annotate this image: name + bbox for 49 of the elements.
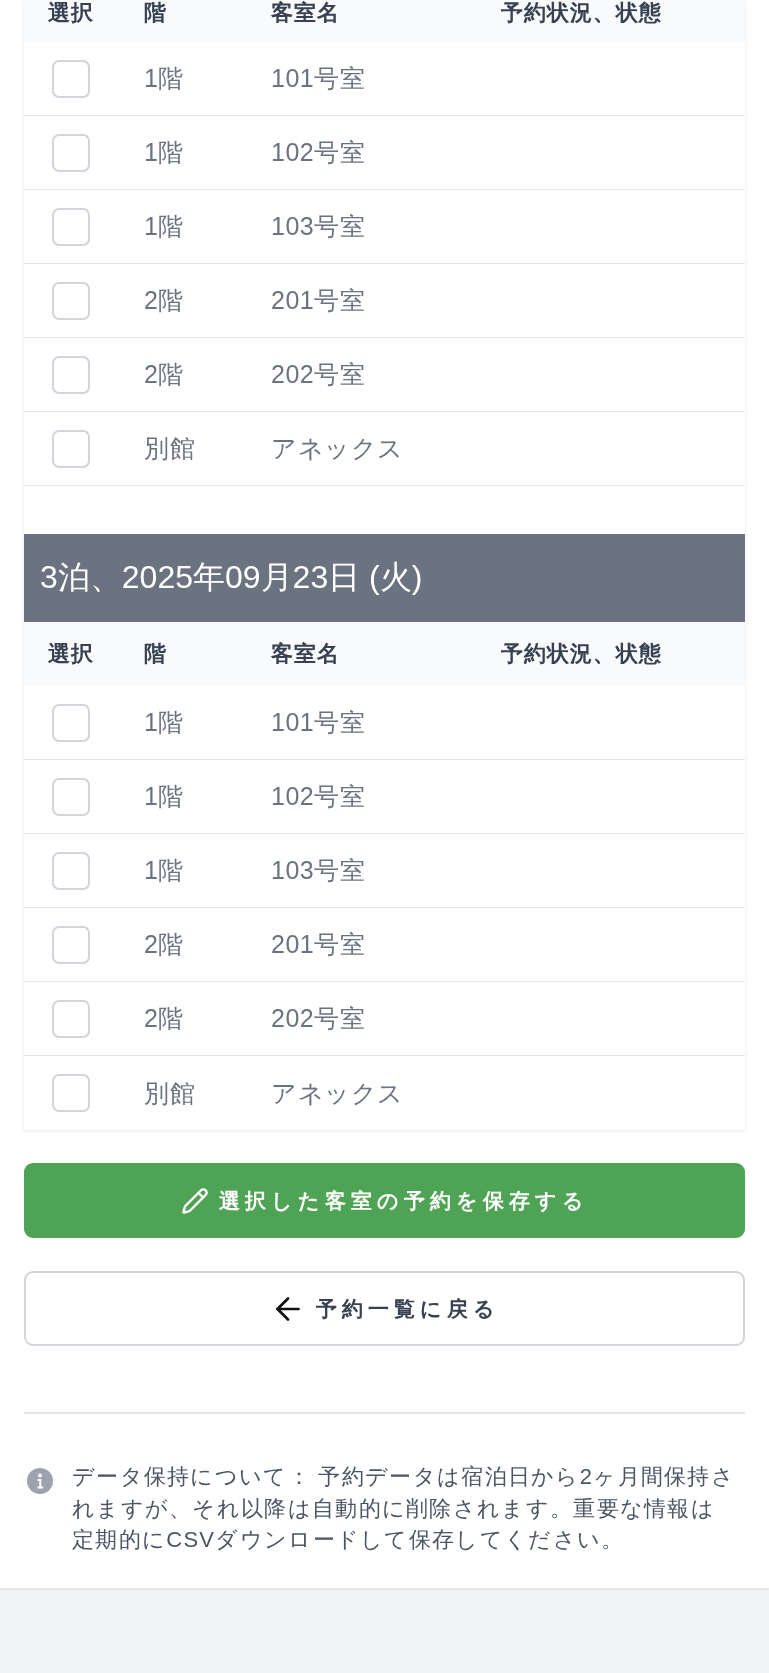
table-cell-text: 102号室: [271, 781, 366, 812]
checkbox[interactable]: [52, 133, 90, 172]
table-cell-text: 202号室: [271, 359, 366, 390]
back-button[interactable]: 予約一覧に戻る: [24, 1271, 745, 1346]
checkbox[interactable]: [52, 1074, 90, 1112]
column-header: 階: [144, 0, 167, 26]
checkbox[interactable]: [52, 703, 90, 742]
table-cell-text: 202号室: [271, 1003, 366, 1034]
checkbox[interactable]: [52, 207, 90, 246]
table-cell-text: 101号室: [271, 707, 366, 738]
table-cell-text: 別館: [144, 1077, 195, 1109]
checkbox[interactable]: [52, 355, 90, 394]
notice-text: データ保持について： 予約データは宿泊日から2ヶ月間保持されますが、それ以降は自動的に削除されます。重要な情報は定期的にCSVダウンロードして保存してください。: [72, 1463, 737, 1554]
table-cell-text: 2階: [144, 359, 184, 390]
table-cell-text: 1階: [144, 211, 184, 242]
checkbox[interactable]: [52, 429, 90, 468]
checkbox[interactable]: [52, 777, 90, 816]
column-header: 予約状況、状態: [501, 641, 662, 667]
table-cell-text: 103号室: [271, 855, 366, 886]
table-cell-text: 1階: [144, 63, 184, 94]
table-cell-text: 別館: [144, 433, 195, 464]
table-cell-text: 201号室: [271, 929, 366, 960]
date-heading: 3泊、2025年09月23日 (火): [24, 534, 745, 622]
column-header: 選択: [48, 641, 94, 667]
table-cell-text: 2階: [144, 285, 184, 316]
column-header: 客室名: [271, 0, 340, 26]
table-cell-text: 201号室: [271, 285, 366, 316]
checkbox[interactable]: [52, 851, 90, 890]
table-cell-text: 1階: [144, 137, 184, 168]
table-cell-text: 2階: [144, 1003, 184, 1034]
checkbox[interactable]: [52, 925, 90, 964]
table-cell-text: 101号室: [271, 63, 366, 94]
column-header: 選択: [48, 0, 94, 26]
info-icon: [27, 1468, 53, 1494]
column-header: 階: [144, 641, 167, 667]
table-cell-text: 1階: [144, 855, 184, 886]
checkbox[interactable]: [52, 59, 90, 98]
table-cell-text: 103号室: [271, 211, 366, 242]
table-cell-text: アネックス: [271, 433, 404, 464]
pencil-icon: [180, 1186, 209, 1215]
column-header: 客室名: [271, 641, 340, 667]
table-cell-text: 1階: [144, 781, 184, 812]
column-header: 予約状況、状態: [501, 0, 662, 26]
table-cell-text: アネックス: [271, 1077, 404, 1109]
table-cell-text: 2階: [144, 929, 184, 960]
table-cell-text: 1階: [144, 707, 184, 738]
checkbox[interactable]: [52, 281, 90, 320]
checkbox[interactable]: [52, 999, 90, 1038]
table-cell-text: 102号室: [271, 137, 366, 168]
